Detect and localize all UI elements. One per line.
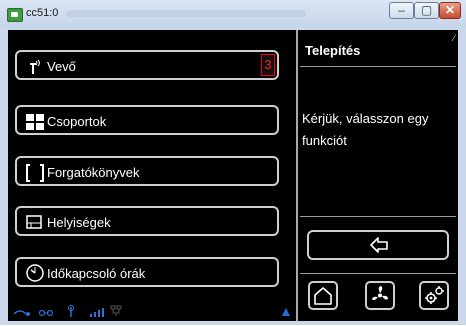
menu-label: Időkapcsoló órák xyxy=(47,266,146,281)
clock-icon xyxy=(25,264,44,282)
menu-label: Vevő xyxy=(47,59,76,74)
menu-label: Csoportok xyxy=(47,114,107,129)
scenarios-icon xyxy=(25,164,44,182)
back-button[interactable] xyxy=(307,230,449,260)
panel-divider xyxy=(296,30,298,321)
fan-icon xyxy=(372,286,388,301)
antenna-icon xyxy=(68,305,74,317)
menu-button-csoportok[interactable]: Csoportok xyxy=(15,105,279,135)
side-panel-message: Kérjük, válasszon egy funkciót xyxy=(302,111,429,148)
lan-icon xyxy=(110,305,122,316)
network-icon xyxy=(38,309,54,317)
divider xyxy=(300,66,456,67)
minimize-button[interactable]: – xyxy=(389,2,414,19)
home-button[interactable] xyxy=(308,281,338,310)
menu-button-helysegek[interactable]: Helyiségek xyxy=(15,206,279,236)
back-arrow-icon xyxy=(370,237,388,253)
blurred-title-text xyxy=(66,10,306,17)
link-icon xyxy=(13,310,30,316)
divider xyxy=(300,273,456,274)
signal-icon xyxy=(90,308,104,317)
app-window: cc51:0 – ▢ ✕ Vevő 3 Csoportok Forgatókön… xyxy=(0,0,466,325)
corner-icon: ⁄ xyxy=(453,33,455,43)
count-badge: 3 xyxy=(261,54,275,76)
maximize-button[interactable]: ▢ xyxy=(414,2,439,19)
side-panel-title: Telepítés xyxy=(305,43,361,58)
groups-icon xyxy=(25,113,44,130)
divider xyxy=(300,216,456,217)
menu-label: Forgatókönyvek xyxy=(47,165,140,180)
receiver-icon xyxy=(25,58,43,74)
app-client-area: Vevő 3 Csoportok Forgatókönyvek Helyiség… xyxy=(8,30,458,321)
menu-button-vevo[interactable]: Vevő 3 xyxy=(15,50,279,80)
settings-button[interactable] xyxy=(419,281,449,310)
app-icon xyxy=(7,8,23,22)
status-bar xyxy=(8,300,296,321)
menu-button-idokapcsolo[interactable]: Időkapcsoló órák xyxy=(15,257,279,287)
title-bar[interactable]: cc51:0 – ▢ ✕ xyxy=(0,0,466,28)
menu-button-forgatokonyvek[interactable]: Forgatókönyvek xyxy=(15,156,279,186)
rooms-icon xyxy=(25,214,43,230)
home-icon xyxy=(314,287,332,305)
fan-button[interactable] xyxy=(365,281,395,310)
close-button[interactable]: ✕ xyxy=(439,2,461,19)
triangle-up-icon xyxy=(282,308,290,316)
gear-icon xyxy=(425,286,444,304)
window-title: cc51:0 xyxy=(26,7,59,19)
menu-label: Helyiségek xyxy=(47,215,111,230)
